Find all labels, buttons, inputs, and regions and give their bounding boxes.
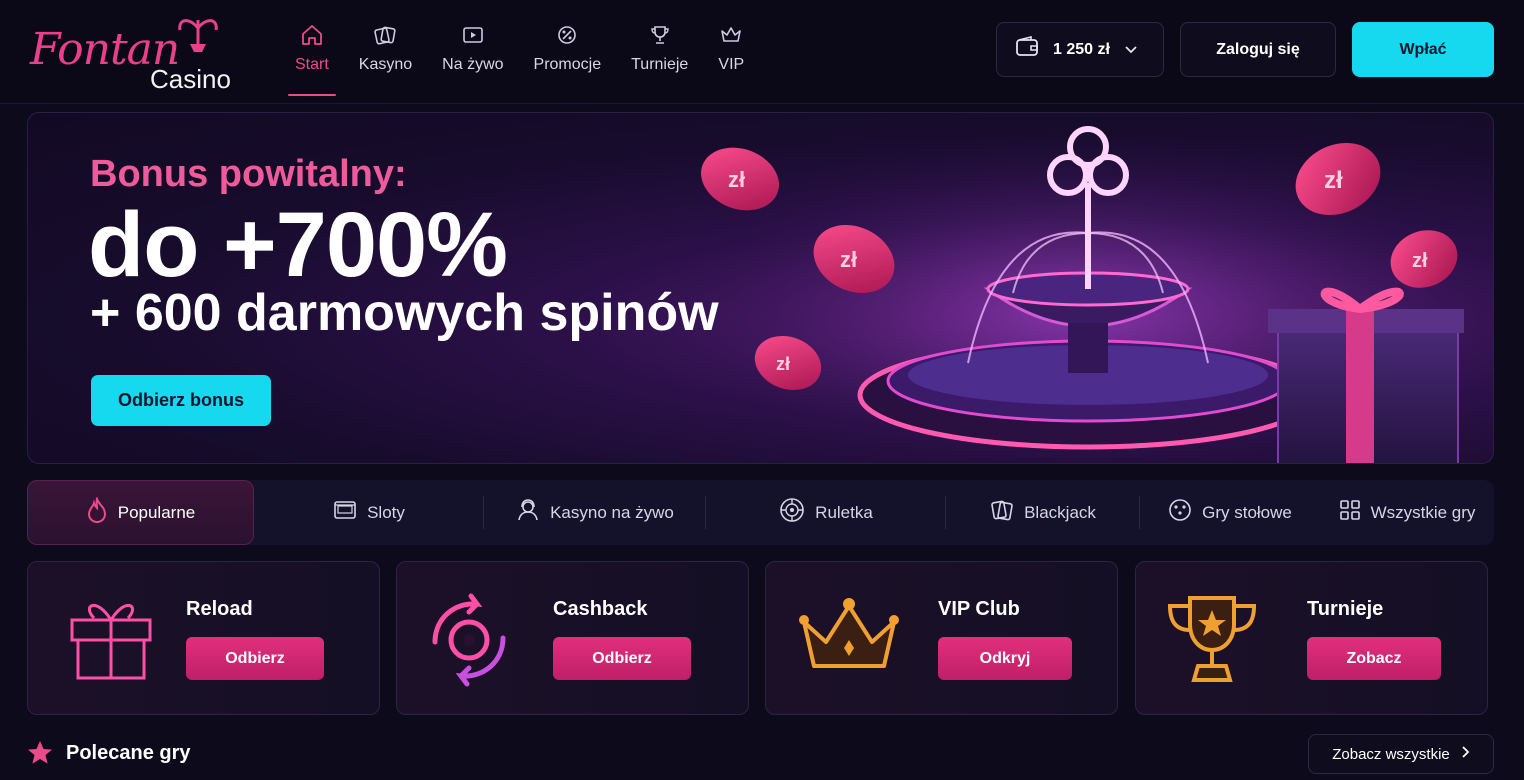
tab-label: Blackjack <box>1024 502 1096 522</box>
table-game-icon <box>1168 498 1192 527</box>
tab-kasyno-na-zywo[interactable]: Kasyno na żywo <box>484 480 706 545</box>
nav-label: Kasyno <box>358 56 413 73</box>
promo-title: Cashback <box>553 598 648 620</box>
tab-sloty[interactable]: Sloty <box>254 480 484 545</box>
bonus-eyebrow: Bonus powitalny: <box>90 153 407 195</box>
home-icon <box>299 22 325 48</box>
crown-icon <box>718 22 744 48</box>
gift-icon <box>70 604 152 680</box>
svg-text:zł: zł <box>840 247 857 272</box>
flame-icon <box>86 495 108 528</box>
promo-title: Turnieje <box>1307 598 1384 620</box>
tab-label: Gry stołowe <box>1202 502 1292 522</box>
wallet-icon <box>1015 35 1039 63</box>
see-all-button[interactable]: Zobacz wszystkie <box>1308 734 1494 774</box>
nav-item-start[interactable]: Start <box>280 22 344 96</box>
promo-title: VIP Club <box>938 598 1020 620</box>
tab-label: Wszystkie gry <box>1370 502 1476 522</box>
nav-label: Promocje <box>533 56 602 73</box>
nav-label: Turnieje <box>631 56 689 73</box>
slot-icon <box>333 499 357 526</box>
blackjack-icon <box>990 498 1014 527</box>
fountain-illustration: zł zł zł zł zł <box>668 113 1493 463</box>
claim-bonus-button[interactable]: Odbierz bonus <box>91 375 271 426</box>
brand-logo[interactable]: Fontan Casino <box>28 14 238 94</box>
nav-item-kasyno[interactable]: Kasyno <box>344 22 427 94</box>
promo-cards: Reload Odbierz Cashback Odbierz VIP Club… <box>27 561 1494 715</box>
tab-label: Ruletka <box>815 502 873 522</box>
star-icon <box>27 740 53 771</box>
gift-box-icon <box>1268 287 1464 463</box>
featured-games-header: Polecane gry Zobacz wszystkie <box>27 734 1494 774</box>
tab-label: Sloty <box>367 502 405 522</box>
tab-blackjack[interactable]: Blackjack <box>946 480 1140 545</box>
tab-gry-stolowe[interactable]: Gry stołowe <box>1140 480 1320 545</box>
dealer-icon <box>516 498 540 527</box>
chevron-right-icon <box>1460 745 1470 763</box>
tab-wszystkie-gry[interactable]: Wszystkie gry <box>1320 480 1494 545</box>
featured-title: Polecane gry <box>66 742 191 764</box>
crown-icon <box>799 598 899 668</box>
promo-button-vip[interactable]: Odkryj <box>938 637 1072 680</box>
nav-item-turnieje[interactable]: Turnieje <box>616 22 703 94</box>
svg-text:zł: zł <box>1412 250 1428 272</box>
see-all-label: Zobacz wszystkie <box>1332 745 1450 763</box>
roulette-icon <box>779 497 805 528</box>
promo-card-vip: VIP Club Odkryj <box>765 561 1118 715</box>
top-bar: Fontan Casino Start Kasyno Na żywo Promo… <box>0 0 1524 104</box>
nav-label: Start <box>295 56 329 73</box>
promo-card-turnieje: Turnieje Zobacz <box>1135 561 1488 715</box>
balance-dropdown[interactable]: 1 250 zł <box>996 22 1164 77</box>
deposit-button[interactable]: Wpłać <box>1352 22 1494 77</box>
brand-sub: Casino <box>150 64 231 94</box>
main-nav: Start Kasyno Na żywo Promocje Turnieje V… <box>280 22 759 96</box>
promo-button-turnieje[interactable]: Zobacz <box>1307 637 1441 680</box>
trophy-icon <box>1167 596 1257 682</box>
tab-popularne[interactable]: Popularne <box>27 480 254 545</box>
tab-ruletka[interactable]: Ruletka <box>706 480 946 545</box>
chevron-down-icon <box>1124 41 1138 59</box>
game-category-tabs: Popularne Sloty Kasyno na żywo Ruletka B… <box>27 480 1494 545</box>
welcome-bonus-banner: zł zł zł zł zł Bonus powitalny: do +700%… <box>27 112 1494 464</box>
nav-item-promocje[interactable]: Promocje <box>519 22 617 94</box>
nav-label: VIP <box>718 56 745 73</box>
promo-card-reload: Reload Odbierz <box>27 561 380 715</box>
promo-button-cashback[interactable]: Odbierz <box>553 637 691 680</box>
trophy-icon <box>647 22 673 48</box>
svg-text:zł: zł <box>776 354 790 374</box>
tab-label: Popularne <box>117 502 196 522</box>
login-button[interactable]: Zaloguj się <box>1180 22 1336 77</box>
svg-text:zł: zł <box>1324 167 1343 194</box>
promo-card-cashback: Cashback Odbierz <box>396 561 749 715</box>
promo-icon <box>554 22 580 48</box>
promo-title: Reload <box>186 598 253 620</box>
cards-icon <box>372 22 398 48</box>
promo-button-reload[interactable]: Odbierz <box>186 637 324 680</box>
nav-label: Na żywo <box>442 56 504 73</box>
nav-item-vip[interactable]: VIP <box>703 22 759 94</box>
live-icon <box>460 22 486 48</box>
cashback-icon <box>432 593 506 687</box>
svg-text:zł: zł <box>728 167 745 192</box>
grid-icon <box>1339 499 1361 526</box>
nav-item-na-zywo[interactable]: Na żywo <box>427 22 518 94</box>
bonus-subline: + 600 darmowych spinów <box>90 284 719 342</box>
tab-label: Kasyno na żywo <box>550 502 674 522</box>
balance-amount: 1 250 zł <box>1053 40 1110 58</box>
